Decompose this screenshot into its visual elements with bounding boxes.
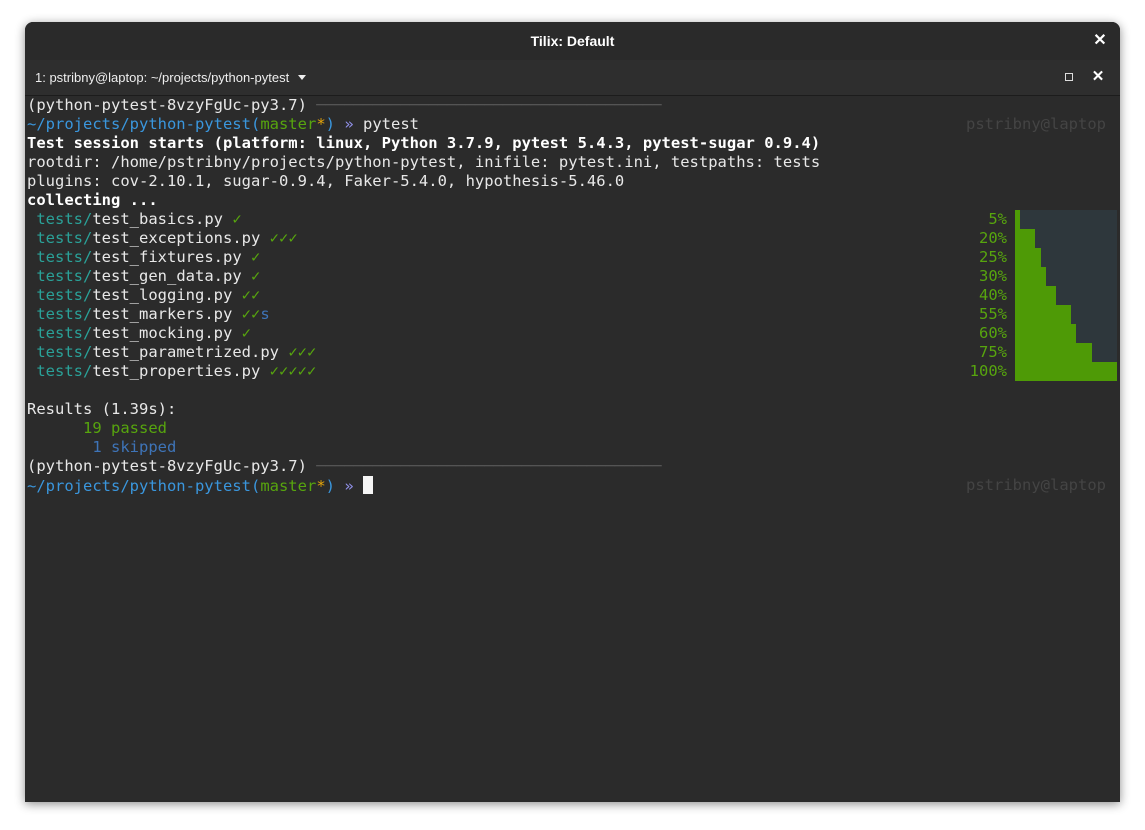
- rootdir-line: rootdir: /home/pstribny/projects/python-…: [27, 153, 821, 171]
- progress-bar-fill: [1015, 248, 1041, 267]
- terminal-output[interactable]: (python-pytest-8vzyFgUc-py3.7) ─────────…: [25, 96, 1120, 802]
- pass-marks: ✓✓✓✓✓: [269, 362, 317, 380]
- terminal-window: Tilix: Default ✕ 1: pstribny@laptop: ~/p…: [25, 22, 1120, 802]
- pass-marks: ✓: [251, 267, 261, 285]
- session-start-line: Test session starts (platform: linux, Py…: [27, 134, 821, 152]
- pass-marks: ✓✓: [241, 286, 261, 304]
- git-paren-open: (: [250, 115, 261, 133]
- test-row: tests/test_fixtures.py ✓: [27, 248, 260, 267]
- skipped-count: 1 skipped: [27, 438, 177, 456]
- git-paren-close: ): [325, 477, 335, 495]
- window-close-icon[interactable]: ✕: [1090, 31, 1110, 51]
- test-file: test_basics.py: [92, 210, 223, 228]
- plugins-line: plugins: cov-2.10.1, sugar-0.9.4, Faker-…: [27, 172, 625, 190]
- test-row: tests/test_markers.py ✓✓s: [27, 305, 270, 324]
- session-close-icon[interactable]: ✕: [1088, 67, 1108, 87]
- venv-line: (python-pytest-8vzyFgUc-py3.7) ─────────…: [27, 96, 662, 115]
- text-cursor[interactable]: [363, 476, 374, 494]
- prompt-rule: ─────────────────────────────────────: [306, 96, 662, 114]
- passed-count: 19 passed: [27, 419, 167, 437]
- test-file: test_parametrized.py: [92, 343, 279, 361]
- right-prompt: pstribny@laptop: [966, 476, 1106, 494]
- test-dir: tests/: [36, 286, 93, 304]
- test-dir: tests/: [36, 248, 93, 266]
- session-title: 1: pstribny@laptop: ~/projects/python-py…: [35, 70, 290, 85]
- prompt-arrow: »: [335, 115, 354, 133]
- test-file: test_mocking.py: [92, 324, 233, 342]
- git-branch: master: [260, 477, 317, 495]
- cwd: ~/projects/python-pytest: [27, 477, 251, 495]
- progress-percent: 40%: [979, 286, 1007, 304]
- maximize-icon[interactable]: [1063, 71, 1075, 83]
- test-dir: tests/: [36, 267, 93, 285]
- progress-percent: 55%: [979, 305, 1007, 323]
- test-dir: tests/: [36, 343, 93, 361]
- skip-marks: s: [260, 305, 270, 323]
- git-branch: master: [260, 115, 317, 133]
- git-dirty-mark: *: [316, 115, 326, 133]
- prompt-rule: ─────────────────────────────────────: [306, 457, 662, 475]
- test-file: test_properties.py: [92, 362, 261, 380]
- progress-bar-fill: [1015, 362, 1117, 381]
- test-dir: tests/: [36, 305, 93, 323]
- progress-percent: 30%: [979, 267, 1007, 285]
- pass-marks: ✓✓: [241, 305, 261, 323]
- prompt-line: ~/projects/python-pytest(master*) »: [27, 476, 374, 495]
- pass-marks: ✓✓✓: [269, 229, 298, 247]
- test-dir: tests/: [36, 229, 93, 247]
- test-file: test_exceptions.py: [92, 229, 261, 247]
- progress-bar-fill: [1015, 286, 1056, 305]
- title-bar[interactable]: Tilix: Default ✕: [25, 22, 1120, 60]
- test-row: tests/test_mocking.py ✓: [27, 324, 251, 343]
- git-dirty-mark: *: [316, 477, 326, 495]
- progress-percent: 100%: [969, 362, 1007, 380]
- progress-percent: 75%: [979, 343, 1007, 361]
- session-bar: 1: pstribny@laptop: ~/projects/python-py…: [25, 60, 1120, 96]
- pass-marks: ✓: [241, 324, 252, 342]
- test-file: test_fixtures.py: [92, 248, 242, 266]
- pass-marks: ✓✓✓: [288, 343, 317, 361]
- test-dir: tests/: [36, 324, 93, 342]
- progress-bar-fill: [1015, 305, 1071, 324]
- venv-line: (python-pytest-8vzyFgUc-py3.7) ─────────…: [27, 457, 662, 476]
- git-paren-open: (: [250, 477, 261, 495]
- test-file: test_markers.py: [92, 305, 233, 323]
- test-row: tests/test_properties.py ✓✓✓✓✓: [27, 362, 316, 381]
- pass-marks: ✓: [251, 248, 261, 266]
- cwd: ~/projects/python-pytest: [27, 115, 251, 133]
- command: pytest: [353, 115, 419, 133]
- window-title: Tilix: Default: [530, 33, 615, 49]
- test-file: test_gen_data.py: [92, 267, 242, 285]
- progress-bar-fill: [1015, 343, 1092, 362]
- chevron-down-icon: [298, 75, 307, 80]
- test-dir: tests/: [36, 362, 93, 380]
- right-prompt: pstribny@laptop: [966, 115, 1106, 133]
- test-row: tests/test_gen_data.py ✓: [27, 267, 260, 286]
- results-line: Results (1.39s):: [27, 400, 177, 418]
- collecting-line: collecting ...: [27, 191, 158, 209]
- git-paren-close: ): [325, 115, 335, 133]
- test-row: tests/test_exceptions.py ✓✓✓: [27, 229, 298, 248]
- session-switcher[interactable]: 1: pstribny@laptop: ~/projects/python-py…: [35, 60, 307, 95]
- venv-name: (python-pytest-8vzyFgUc-py3.7): [27, 457, 307, 475]
- venv-name: (python-pytest-8vzyFgUc-py3.7): [27, 96, 307, 114]
- progress-bar-fill: [1015, 229, 1035, 248]
- progress-percent: 25%: [979, 248, 1007, 266]
- pass-marks: ✓: [232, 210, 242, 228]
- test-row: tests/test_parametrized.py ✓✓✓: [27, 343, 316, 362]
- progress-bar-track: [1015, 210, 1117, 381]
- progress-percent: 5%: [988, 210, 1007, 228]
- progress-percent: 20%: [979, 229, 1007, 247]
- progress-bar-fill: [1015, 210, 1020, 229]
- test-row: tests/test_logging.py ✓✓: [27, 286, 260, 305]
- progress-percent: 60%: [979, 324, 1007, 342]
- test-dir: tests/: [36, 210, 93, 228]
- test-file: test_logging.py: [92, 286, 233, 304]
- progress-bar-fill: [1015, 324, 1076, 343]
- progress-bar-fill: [1015, 267, 1046, 286]
- prompt-line: ~/projects/python-pytest(master*) » pyte…: [27, 115, 419, 134]
- test-row: tests/test_basics.py ✓: [27, 210, 242, 229]
- prompt-arrow: »: [335, 477, 354, 495]
